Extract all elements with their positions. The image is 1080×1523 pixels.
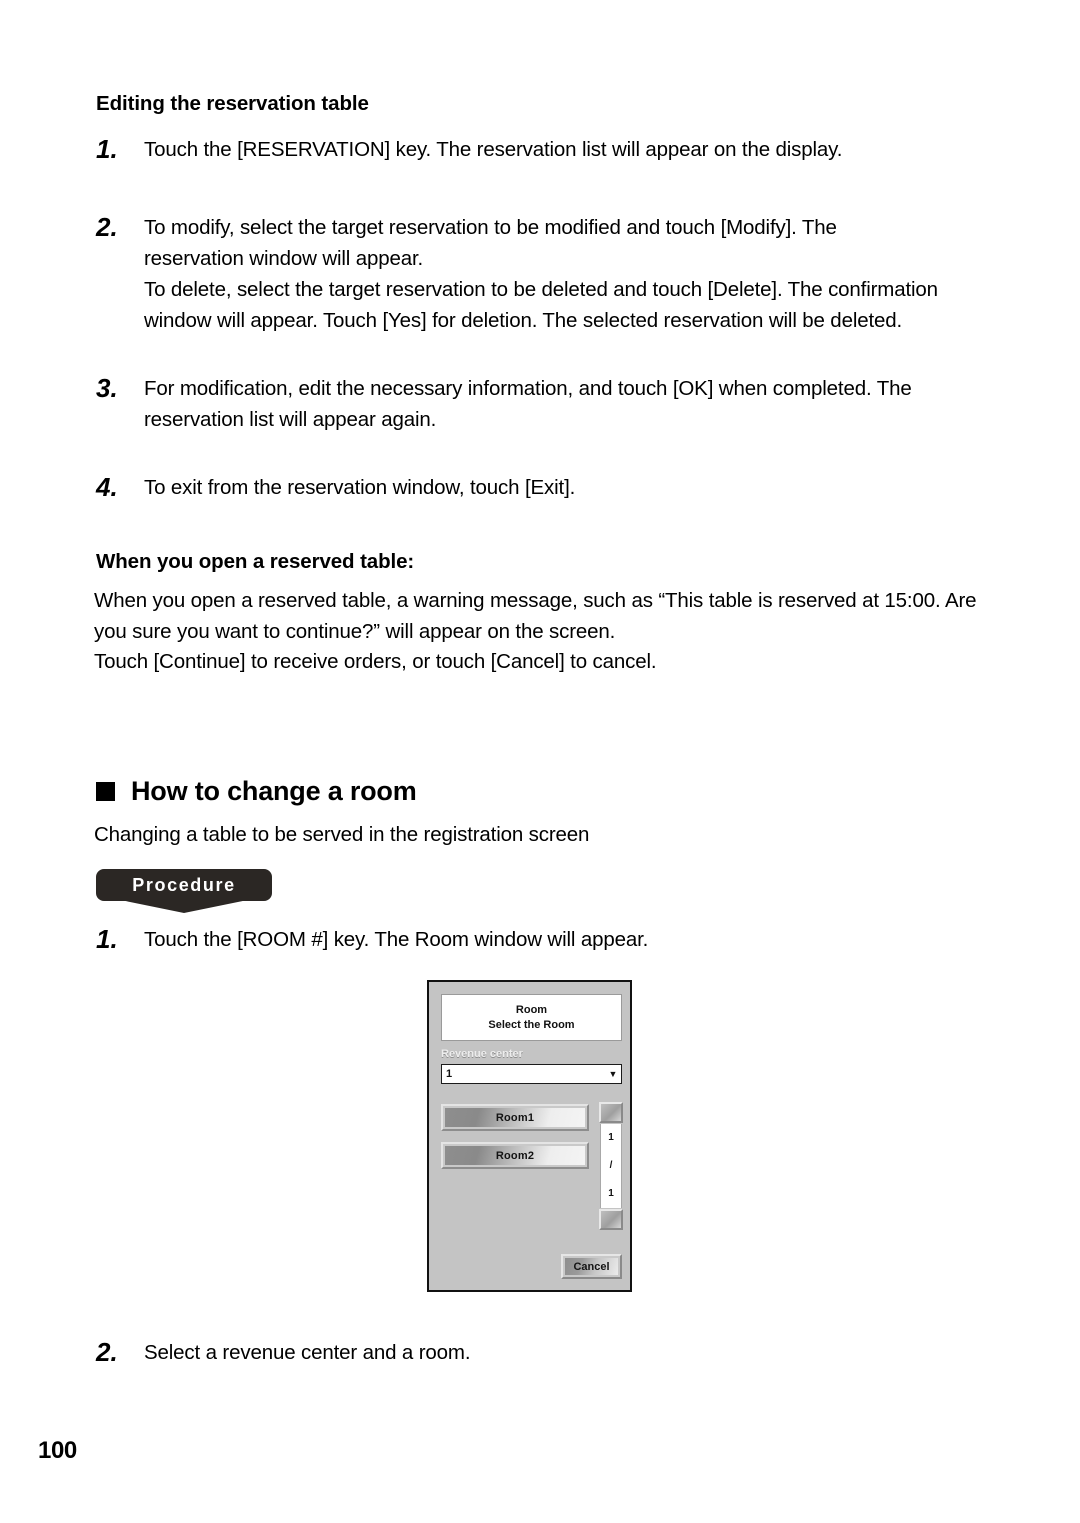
room-dialog-title-box: Room Select the Room bbox=[441, 994, 622, 1041]
revenue-center-dropdown[interactable]: 1 ▼ bbox=[441, 1064, 622, 1084]
step-4-editing: 4. To exit from the reservation window, … bbox=[96, 473, 926, 504]
chevron-down-icon[interactable]: ▼ bbox=[605, 1069, 621, 1079]
subsection-heading-reserved-table: When you open a reserved table: bbox=[96, 550, 415, 573]
cancel-button-label: Cancel bbox=[573, 1260, 610, 1273]
section-heading-how-to-change-a-room: How to change a room bbox=[96, 776, 417, 807]
step-1-editing: 1. Touch the [RESERVATION] key. The rese… bbox=[96, 135, 976, 166]
page-total: 1 bbox=[608, 1188, 614, 1199]
step-2-change-room: 2. Select a revenue center and a room. bbox=[96, 1338, 926, 1369]
square-bullet-icon bbox=[96, 782, 115, 801]
step-number: 4. bbox=[96, 472, 118, 502]
room-button-label: Room2 bbox=[495, 1149, 535, 1162]
page-separator: / bbox=[609, 1160, 613, 1171]
step-number: 1. bbox=[96, 924, 118, 954]
step-number: 2. bbox=[96, 212, 118, 242]
page-scroller: 1 / 1 bbox=[599, 1102, 623, 1230]
subsection-heading-editing-reservation-table: Editing the reservation table bbox=[96, 92, 369, 115]
room-dialog-screenshot: Room Select the Room Revenue center 1 ▼ … bbox=[427, 980, 632, 1292]
room-dialog-title: Room bbox=[515, 1003, 548, 1016]
page-current: 1 bbox=[608, 1132, 614, 1143]
page-indicator: 1 / 1 bbox=[600, 1124, 622, 1208]
step-2-editing: 2. To modify, select the target reservat… bbox=[96, 213, 926, 274]
delete-instruction-paragraph: To delete, select the target reservation… bbox=[144, 278, 938, 332]
step-number: 1. bbox=[96, 134, 118, 164]
cancel-button-face: Cancel bbox=[565, 1258, 618, 1275]
step-number: 2. bbox=[96, 1337, 118, 1367]
room-button-face: Room2 bbox=[445, 1146, 585, 1165]
revenue-center-value: 1 bbox=[446, 1068, 453, 1080]
procedure-badge: Procedure bbox=[96, 869, 272, 914]
step-text: Touch the [RESERVATION] key. The reserva… bbox=[144, 138, 843, 161]
room-button-room1[interactable]: Room1 bbox=[441, 1104, 589, 1131]
room-button-room2[interactable]: Room2 bbox=[441, 1142, 589, 1169]
manual-page: Editing the reservation table 1. Touch t… bbox=[0, 0, 1080, 1523]
section-title-text: How to change a room bbox=[131, 776, 417, 806]
step-text: To modify, select the target reservation… bbox=[144, 216, 837, 270]
step-number: 3. bbox=[96, 373, 118, 403]
reserved-table-paragraph: When you open a reserved table, a warnin… bbox=[94, 589, 977, 673]
room-dialog-subtitle: Select the Room bbox=[488, 1018, 575, 1031]
revenue-center-label: Revenue center bbox=[441, 1048, 523, 1060]
step-1-change-room: 1. Touch the [ROOM #] key. The Room wind… bbox=[96, 925, 926, 956]
step-text: Select a revenue center and a room. bbox=[144, 1341, 471, 1364]
scroll-up-button[interactable] bbox=[599, 1102, 623, 1123]
step-text: Touch the [ROOM #] key. The Room window … bbox=[144, 928, 649, 951]
step-text: To exit from the reservation window, tou… bbox=[144, 476, 576, 499]
procedure-badge-label: Procedure bbox=[132, 875, 236, 895]
change-room-intro: Changing a table to be served in the reg… bbox=[94, 823, 590, 846]
cancel-button[interactable]: Cancel bbox=[561, 1254, 622, 1279]
scroll-down-button[interactable] bbox=[599, 1209, 623, 1230]
page-number: 100 bbox=[38, 1437, 77, 1464]
step-text: For modification, edit the necessary inf… bbox=[144, 377, 912, 431]
room-button-face: Room1 bbox=[445, 1108, 585, 1127]
room-button-label: Room1 bbox=[495, 1111, 535, 1124]
room-dialog-body: Room Select the Room Revenue center 1 ▼ … bbox=[429, 982, 630, 1290]
step-3-editing: 3. For modification, edit the necessary … bbox=[96, 374, 926, 435]
